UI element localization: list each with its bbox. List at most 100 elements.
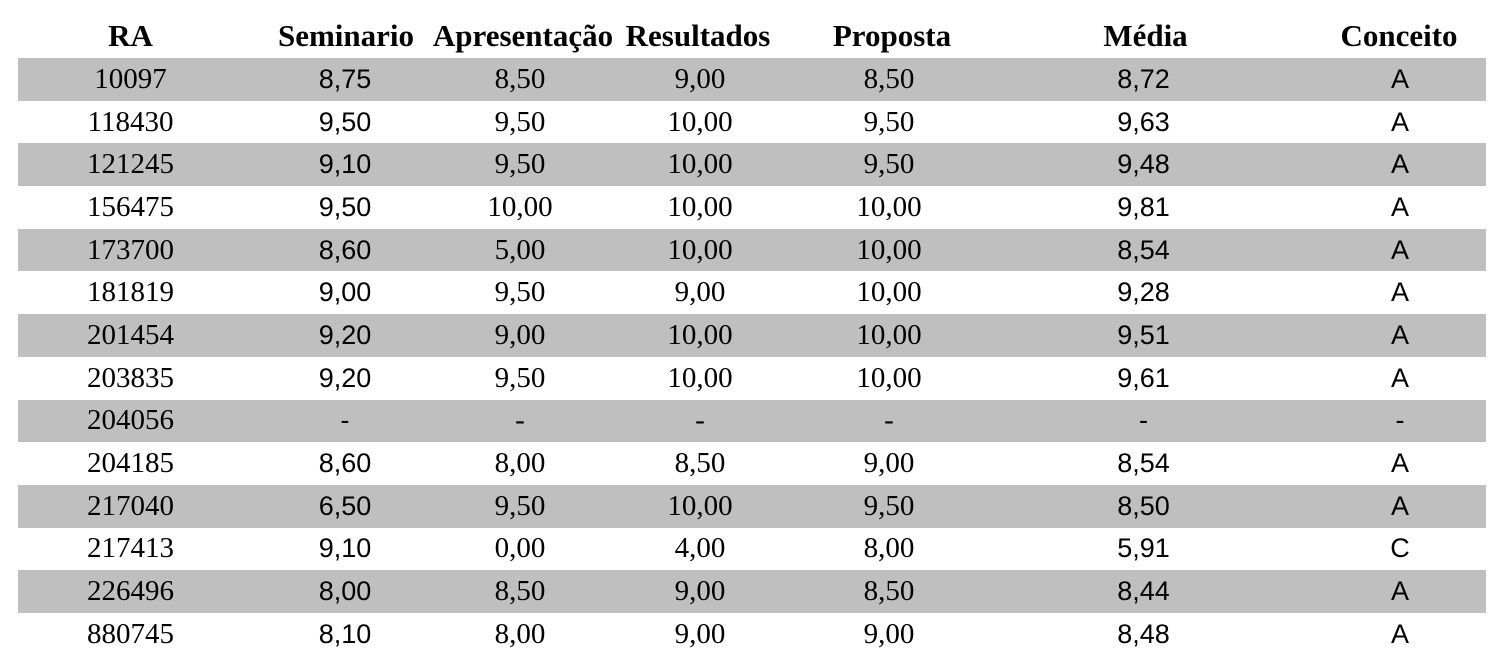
header-seminario: Seminario — [277, 18, 415, 53]
cell-conceito: A — [1390, 106, 1409, 137]
cell-apresentacao: 8,50 — [494, 62, 546, 95]
cell-ra: 217040 — [87, 489, 174, 522]
table-row: 121245 9,10 9,50 10,00 9,50 9,48 A — [18, 143, 1486, 187]
cell-proposta: 10,00 — [856, 318, 922, 351]
cell-ra: 121245 — [87, 148, 174, 181]
cell-media: 9,28 — [1117, 277, 1170, 308]
cell-seminario: 8,75 — [318, 63, 372, 94]
cell-resultados: 10,00 — [667, 105, 733, 138]
cell-media: 9,63 — [1117, 106, 1170, 137]
cell-ra: 226496 — [87, 575, 174, 608]
cell-ra: 10097 — [94, 62, 167, 95]
cell-media: 9,81 — [1117, 191, 1170, 222]
cell-apresentacao: 9,50 — [494, 148, 546, 181]
cell-resultados: 8,50 — [674, 447, 726, 480]
cell-proposta: 10,00 — [856, 190, 922, 223]
cell-apresentacao: - — [515, 404, 525, 437]
cell-media: 5,91 — [1117, 533, 1170, 564]
cell-proposta: 9,00 — [863, 447, 915, 480]
cell-media: 8,54 — [1117, 234, 1170, 265]
cell-ra: 173700 — [87, 233, 174, 266]
cell-proposta: 8,50 — [863, 62, 915, 95]
cell-ra: 156475 — [87, 190, 174, 223]
header-media: Média — [1103, 18, 1188, 53]
table-row: 201454 9,20 9,00 10,00 10,00 9,51 A — [18, 314, 1486, 357]
table-row: 217040 6,50 9,50 10,00 9,50 8,50 A — [18, 484, 1486, 528]
cell-seminario: 9,20 — [318, 362, 372, 393]
header-apresentacao: Apresentação — [432, 18, 614, 53]
cell-resultados: 9,00 — [674, 276, 726, 309]
header-resultados: Resultados — [625, 18, 771, 53]
grades-table: RA Seminario Apresentação Resultados Pro… — [18, 14, 1486, 656]
cell-proposta: 10,00 — [856, 361, 922, 394]
cell-proposta: 10,00 — [856, 233, 922, 266]
table-body: 10097 8,75 8,50 9,00 8,50 8,72 A 118430 9,50 9,50… — [18, 58, 1486, 656]
cell-ra: 181819 — [87, 276, 174, 309]
cell-conceito: A — [1390, 63, 1409, 94]
cell-conceito: A — [1390, 448, 1409, 479]
cell-resultados: 9,00 — [674, 617, 726, 650]
cell-apresentacao: 8,50 — [494, 575, 546, 608]
cell-proposta: 8,50 — [863, 575, 915, 608]
cell-apresentacao: 5,00 — [494, 233, 546, 266]
cell-conceito: A — [1390, 362, 1409, 393]
cell-conceito: A — [1390, 277, 1409, 308]
cell-media: 8,50 — [1117, 490, 1170, 521]
cell-seminario: 8,60 — [318, 448, 372, 479]
cell-seminario: 9,20 — [318, 319, 372, 350]
cell-conceito: A — [1390, 149, 1409, 180]
cell-conceito: A — [1390, 191, 1409, 222]
cell-ra: 217413 — [87, 532, 174, 565]
cell-seminario: 9,00 — [318, 277, 372, 308]
cell-conceito: A — [1390, 576, 1409, 607]
cell-resultados: 10,00 — [667, 318, 733, 351]
cell-ra: 204185 — [87, 447, 174, 480]
cell-seminario: 9,10 — [318, 533, 372, 564]
cell-ra: 880745 — [87, 617, 174, 650]
table-row: 10097 8,75 8,50 9,00 8,50 8,72 A — [18, 58, 1486, 101]
cell-apresentacao: 9,50 — [494, 105, 546, 138]
cell-proposta: 8,00 — [863, 532, 915, 565]
cell-resultados: 10,00 — [667, 190, 733, 223]
table-row: 226496 8,00 8,50 9,00 8,50 8,44 A — [18, 570, 1486, 613]
cell-proposta: 9,50 — [863, 105, 915, 138]
cell-conceito: A — [1390, 490, 1409, 521]
table-row: 217413 9,10 0,00 4,00 8,00 5,91 C — [18, 528, 1486, 571]
cell-conceito: A — [1390, 319, 1409, 350]
cell-apresentacao: 8,00 — [494, 447, 546, 480]
cell-media: 8,72 — [1117, 63, 1170, 94]
table-row: 173700 8,60 5,00 10,00 10,00 8,54 A — [18, 228, 1486, 272]
table-row: 880745 8,10 8,00 9,00 9,00 8,48 A — [18, 613, 1486, 656]
cell-seminario: 8,10 — [318, 618, 372, 649]
cell-resultados: 9,00 — [674, 62, 726, 95]
cell-seminario: - — [340, 405, 350, 436]
cell-conceito: - — [1395, 405, 1405, 436]
table-row: 204056 - - - - - - — [18, 399, 1486, 443]
cell-media: 9,48 — [1117, 149, 1170, 180]
cell-seminario: 8,00 — [318, 576, 372, 607]
cell-resultados: 10,00 — [667, 361, 733, 394]
cell-ra: 204056 — [87, 404, 174, 437]
cell-resultados: 9,00 — [674, 575, 726, 608]
cell-ra: 203835 — [87, 361, 174, 394]
cell-resultados: 10,00 — [667, 233, 733, 266]
cell-media: 8,54 — [1117, 448, 1170, 479]
cell-ra: 201454 — [87, 318, 174, 351]
cell-media: - — [1139, 405, 1148, 436]
cell-apresentacao: 10,00 — [487, 190, 553, 223]
cell-proposta: 9,50 — [863, 489, 915, 522]
header-proposta: Proposta — [832, 18, 952, 53]
table-row: 203835 9,20 9,50 10,00 10,00 9,61 A — [18, 357, 1486, 400]
table-row: 204185 8,60 8,00 8,50 9,00 8,54 A — [18, 442, 1486, 485]
cell-seminario: 9,50 — [318, 106, 372, 137]
table-row: 118430 9,50 9,50 10,00 9,50 9,63 A — [18, 101, 1486, 144]
cell-apresentacao: 0,00 — [494, 532, 546, 565]
cell-proposta: 9,50 — [863, 148, 915, 181]
cell-apresentacao: 9,50 — [494, 489, 546, 522]
cell-resultados: 4,00 — [674, 532, 726, 565]
cell-media: 8,44 — [1117, 576, 1170, 607]
table-row: 181819 9,00 9,50 9,00 10,00 9,28 A — [18, 271, 1486, 314]
cell-seminario: 9,50 — [318, 191, 372, 222]
header-conceito: Conceito — [1340, 18, 1458, 53]
cell-seminario: 8,60 — [318, 234, 372, 265]
